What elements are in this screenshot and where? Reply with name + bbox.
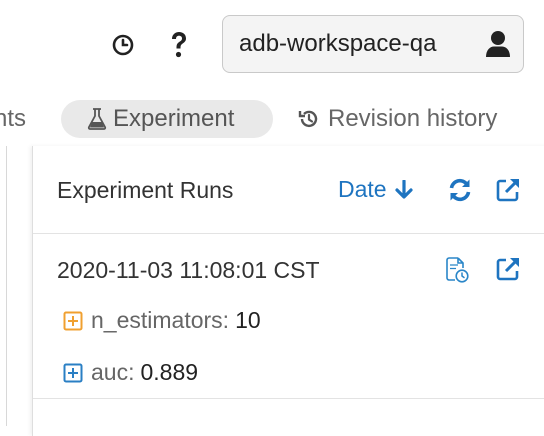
flask-icon bbox=[87, 108, 107, 130]
refresh-icon[interactable] bbox=[447, 177, 473, 203]
user-icon bbox=[485, 29, 511, 59]
expand-plus-icon[interactable] bbox=[63, 311, 83, 331]
file-history-icon[interactable] bbox=[445, 256, 469, 284]
param-item: n_estimators: 10 bbox=[63, 307, 261, 334]
history-icon bbox=[298, 108, 320, 130]
sort-by-date-button[interactable]: Date bbox=[338, 176, 413, 203]
tab-revision-history[interactable]: Revision history bbox=[298, 100, 497, 138]
workspace-name: adb-workspace-qa bbox=[239, 30, 437, 57]
tab-revision-label: Revision history bbox=[328, 105, 498, 132]
run-item[interactable]: 2020-11-03 11:08:01 CST n_estimators: 10… bbox=[33, 234, 544, 399]
panel-title: Experiment Runs bbox=[57, 177, 234, 203]
runs-header: Experiment Runs Date bbox=[33, 146, 544, 234]
sort-label: Date bbox=[338, 176, 387, 202]
workspace-button[interactable]: adb-workspace-qa bbox=[222, 15, 524, 73]
metric-item: auc: 0.889 bbox=[63, 359, 198, 386]
left-panel-edge bbox=[0, 146, 7, 426]
metric-key: auc: bbox=[91, 359, 135, 385]
param-key: n_estimators: bbox=[91, 307, 230, 333]
external-link-icon[interactable] bbox=[495, 256, 521, 282]
metric-value: 0.889 bbox=[140, 359, 199, 385]
expand-plus-icon[interactable] bbox=[63, 363, 83, 383]
top-bar: adb-workspace-qa bbox=[0, 0, 544, 92]
clock-icon[interactable] bbox=[109, 30, 137, 60]
tab-experiment[interactable]: Experiment bbox=[61, 100, 273, 138]
experiment-runs-panel: Experiment Runs Date 2020-11-03 11:08:01… bbox=[32, 146, 544, 436]
param-value: 10 bbox=[235, 307, 261, 333]
external-link-icon[interactable] bbox=[495, 177, 521, 203]
tab-partial[interactable]: nts bbox=[0, 100, 26, 138]
question-icon[interactable] bbox=[165, 30, 193, 60]
tab-partial-label: nts bbox=[0, 105, 27, 132]
run-timestamp: 2020-11-03 11:08:01 CST bbox=[57, 257, 320, 283]
tab-bar: nts Experiment Revision history bbox=[0, 96, 544, 144]
tab-experiment-label: Experiment bbox=[113, 105, 235, 132]
arrow-down-icon bbox=[394, 179, 413, 200]
